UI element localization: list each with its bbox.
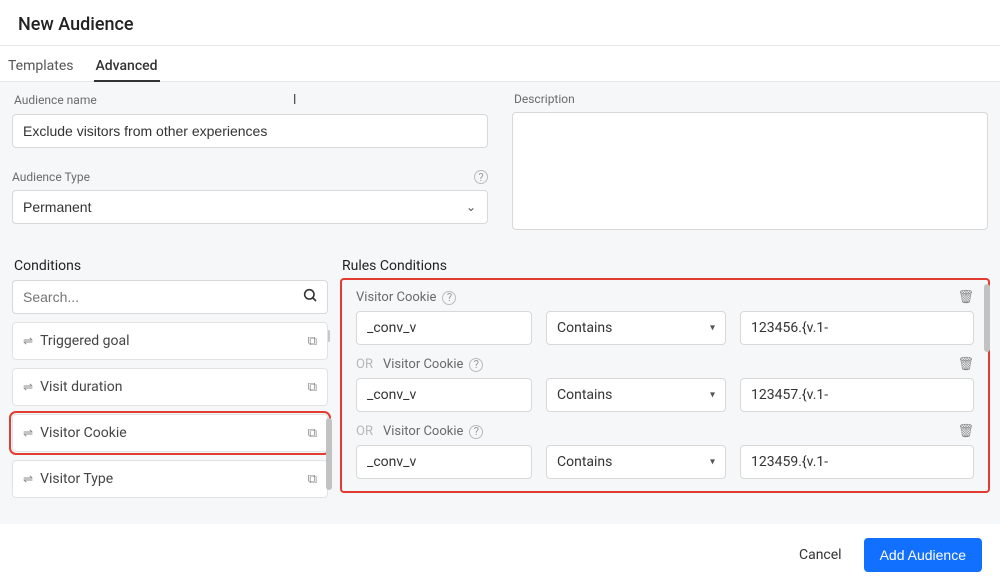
external-link-icon[interactable]: ⧉ <box>308 426 317 441</box>
audience-name-label-text: Audience name <box>14 93 97 107</box>
rule-block: OR Visitor Cookie ? 🗑 _conv_v Contains ▾… <box>356 357 974 412</box>
scrollbar-thumb[interactable] <box>984 284 990 352</box>
description-label: Description <box>514 92 988 106</box>
rule-type-label: Visitor Cookie <box>383 424 463 439</box>
rule-prefix: OR <box>356 357 373 372</box>
external-link-icon[interactable]: ⧉ <box>308 472 317 487</box>
text-cursor-icon: I <box>293 92 297 108</box>
rule-operator-select[interactable]: Contains ▾ <box>546 445 726 479</box>
drag-icon: ⇌ <box>23 380 32 394</box>
rule-prefix: OR <box>356 424 373 439</box>
rule-block: Visitor Cookie ? 🗑 _conv_v Contains ▾ 12… <box>356 290 974 345</box>
drag-icon: ⇌ <box>23 426 32 440</box>
rule-name-input[interactable]: _conv_v <box>356 378 532 412</box>
help-icon[interactable]: ? <box>469 358 483 372</box>
caret-down-icon: ▾ <box>710 323 715 334</box>
conditions-heading: Conditions <box>12 258 342 274</box>
rules-conditions-box: Visitor Cookie ? 🗑 _conv_v Contains ▾ 12… <box>342 280 988 491</box>
add-audience-button[interactable]: Add Audience <box>864 538 982 572</box>
delete-icon[interactable]: 🗑 <box>957 290 974 305</box>
scrollbar-thumb[interactable] <box>326 418 332 490</box>
caret-down-icon: ▾ <box>710 390 715 401</box>
external-link-icon[interactable]: ⧉ <box>308 380 317 395</box>
tab-templates[interactable]: Templates <box>6 54 76 81</box>
condition-label: Triggered goal <box>40 333 129 349</box>
condition-item-visitor-type[interactable]: ⇌ Visitor Type ⧉ <box>12 460 328 498</box>
tab-advanced[interactable]: Advanced <box>94 54 160 82</box>
help-icon[interactable]: ? <box>474 170 488 184</box>
condition-label: Visitor Cookie <box>40 425 127 441</box>
rule-operator-select[interactable]: Contains ▾ <box>546 378 726 412</box>
condition-label: Visit duration <box>40 379 122 395</box>
rule-operator-select[interactable]: Contains ▾ <box>546 311 726 345</box>
description-input[interactable] <box>512 112 988 230</box>
drag-icon: ⇌ <box>23 472 32 486</box>
external-link-icon[interactable]: ⧉ <box>308 334 317 349</box>
rule-value-input[interactable]: 123457.{v.1- <box>740 378 974 412</box>
audience-type-select[interactable] <box>12 190 488 224</box>
rule-type-label: Visitor Cookie <box>383 357 463 372</box>
search-icon <box>302 287 318 307</box>
rule-block: OR Visitor Cookie ? 🗑 _conv_v Contains ▾… <box>356 424 974 479</box>
tabs: Templates Advanced <box>0 46 1000 82</box>
rule-type-label: Visitor Cookie <box>356 290 436 305</box>
delete-icon[interactable]: 🗑 <box>957 357 974 372</box>
rule-operator-value: Contains <box>557 320 612 336</box>
rule-operator-value: Contains <box>557 454 612 470</box>
rule-operator-value: Contains <box>557 387 612 403</box>
rule-value-input[interactable]: 123456.{v.1- <box>740 311 974 345</box>
condition-item-visit-duration[interactable]: ⇌ Visit duration ⧉ <box>12 368 328 406</box>
condition-label: Visitor Type <box>40 471 113 487</box>
condition-item-visitor-cookie[interactable]: ⇌ Visitor Cookie ⧉ <box>12 414 328 452</box>
rule-value-input[interactable]: 123459.{v.1- <box>740 445 974 479</box>
audience-type-label: Audience Type <box>12 170 90 184</box>
rule-name-input[interactable]: _conv_v <box>356 445 532 479</box>
condition-item-triggered-goal[interactable]: ⇌ Triggered goal ⧉ <box>12 322 328 360</box>
rules-heading: Rules Conditions <box>342 258 988 274</box>
help-icon[interactable]: ? <box>442 291 456 305</box>
audience-name-input[interactable] <box>12 114 488 148</box>
drag-icon: ⇌ <box>23 334 32 348</box>
conditions-search-input[interactable] <box>12 280 328 314</box>
rule-name-input[interactable]: _conv_v <box>356 311 532 345</box>
caret-down-icon: ▾ <box>710 457 715 468</box>
scrollbar-top-cap <box>328 330 330 342</box>
cancel-button[interactable]: Cancel <box>799 547 842 563</box>
audience-name-label: Audience name I <box>14 92 488 108</box>
delete-icon[interactable]: 🗑 <box>957 424 974 439</box>
page-title: New Audience <box>0 0 1000 45</box>
help-icon[interactable]: ? <box>469 425 483 439</box>
